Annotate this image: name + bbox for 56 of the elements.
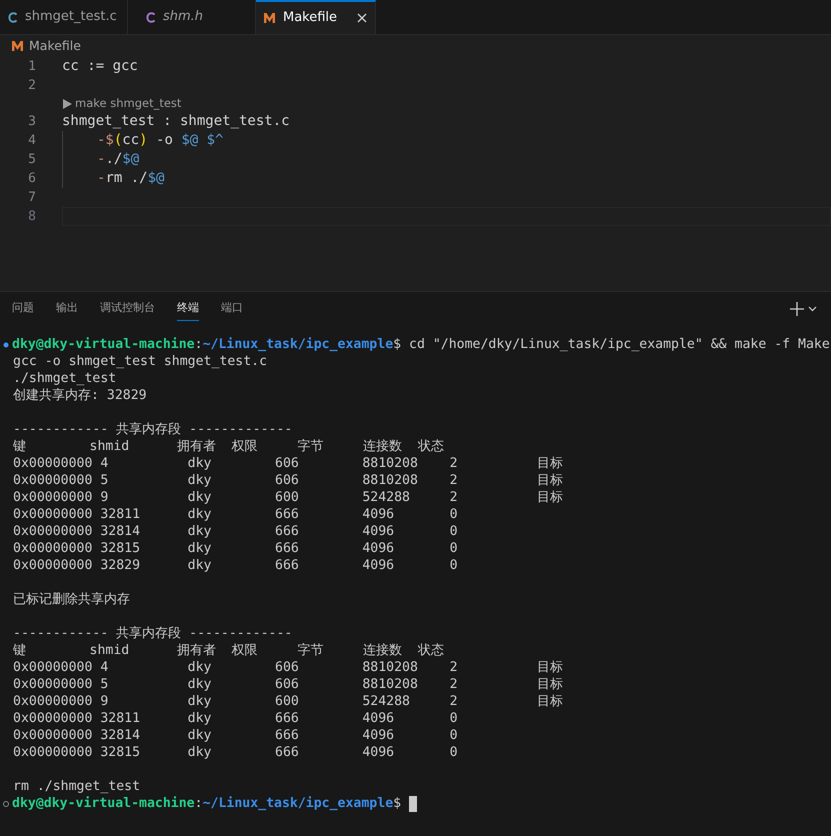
terminal-line: 0x00000000 32829 dky 666 4096 0 [13, 558, 458, 573]
breadcrumb-item[interactable]: Makefile [29, 36, 81, 56]
terminal-line: gcc -o shmget_test shmget_test.c [13, 354, 268, 369]
terminal-line: 创建共享内存: 32829 [13, 388, 147, 403]
c-letter-icon [8, 12, 17, 22]
terminal-line: 0x00000000 9 dky 600 524288 2 目标 [13, 694, 564, 709]
plus-icon[interactable] [790, 302, 804, 316]
circle-icon [3, 342, 9, 348]
line-number: 3 [27, 112, 36, 131]
code-line: shmget_test : shmget_test.c [62, 112, 290, 131]
code-line: -$(cc) -o $@ $^ [97, 131, 224, 150]
terminal-line: rm ./shmget_test [13, 779, 140, 794]
play-icon[interactable] [63, 98, 72, 108]
code-line: -./$@ [97, 150, 140, 169]
c-letter-icon [146, 12, 155, 22]
line-number: 5 [27, 150, 36, 169]
prompt-line: dky@dky-virtual-machine:~/Linux_task/ipc_example$ [12, 795, 402, 812]
panel-tab[interactable]: 问题 [12, 297, 34, 321]
line-number: 8 [27, 208, 36, 226]
m-letter-icon [12, 41, 23, 51]
close-icon[interactable] [357, 13, 367, 23]
code-line: cc := gcc [62, 57, 138, 76]
terminal-line: 键 shmid 拥有者 权限 字节 连接数 状态 [13, 439, 444, 454]
terminal-line: 0x00000000 32815 dky 666 4096 0 [13, 745, 458, 760]
chevron-down-icon[interactable] [808, 306, 817, 312]
terminal-line: 键 shmid 拥有者 权限 字节 连接数 状态 [13, 643, 444, 658]
circle-icon [3, 800, 9, 806]
terminal-line: 已标记删除共享内存 [13, 592, 130, 607]
panel-tab[interactable]: 输出 [56, 297, 78, 321]
terminal-line: 0x00000000 32811 dky 666 4096 0 [13, 507, 458, 522]
m-letter-icon [264, 13, 275, 23]
terminal-line: 0x00000000 32811 dky 666 4096 0 [13, 711, 458, 726]
panel-tab[interactable]: 调试控制台 [100, 297, 155, 321]
terminal-line: ------------ 共享内存段 ------------- [13, 422, 292, 437]
terminal-line: 0x00000000 4 dky 606 8810208 2 目标 [13, 456, 564, 471]
line-number: 1 [27, 58, 36, 76]
line-number: 4 [27, 132, 36, 150]
terminal-line: 0x00000000 9 dky 600 524288 2 目标 [13, 490, 564, 505]
code-line: -rm ./$@ [97, 169, 164, 188]
line-number: 2 [27, 76, 36, 95]
terminal-line: 0x00000000 5 dky 606 8810208 2 目标 [13, 677, 564, 692]
line-number: 6 [27, 170, 36, 188]
codelens-link[interactable]: make shmget_test [75, 94, 182, 112]
terminal-line: 0x00000000 32814 dky 666 4096 0 [13, 728, 458, 743]
editor-tab[interactable]: shmget_test.c [0, 0, 128, 34]
terminal-line: 0x00000000 32814 dky 666 4096 0 [13, 524, 458, 539]
prompt-line: dky@dky-virtual-machine:~/Linux_task/ipc_example$ cd "/home/dky/Linux_task/ipc_example" && make -f Make [12, 336, 830, 353]
terminal-line: ------------ 共享内存段 ------------- [13, 626, 292, 641]
panel-tab[interactable]: 端口 [221, 297, 243, 321]
editor-tab[interactable]: Makefile [256, 0, 376, 34]
terminal-line: 0x00000000 5 dky 606 8810208 2 目标 [13, 473, 564, 488]
terminal-line: ./shmget_test [13, 371, 116, 386]
panel-tab[interactable]: 终端 [177, 297, 199, 321]
line-number: 7 [27, 188, 36, 207]
terminal-line: 0x00000000 32815 dky 666 4096 0 [13, 541, 458, 556]
terminal-line: 0x00000000 4 dky 606 8810208 2 目标 [13, 660, 564, 675]
